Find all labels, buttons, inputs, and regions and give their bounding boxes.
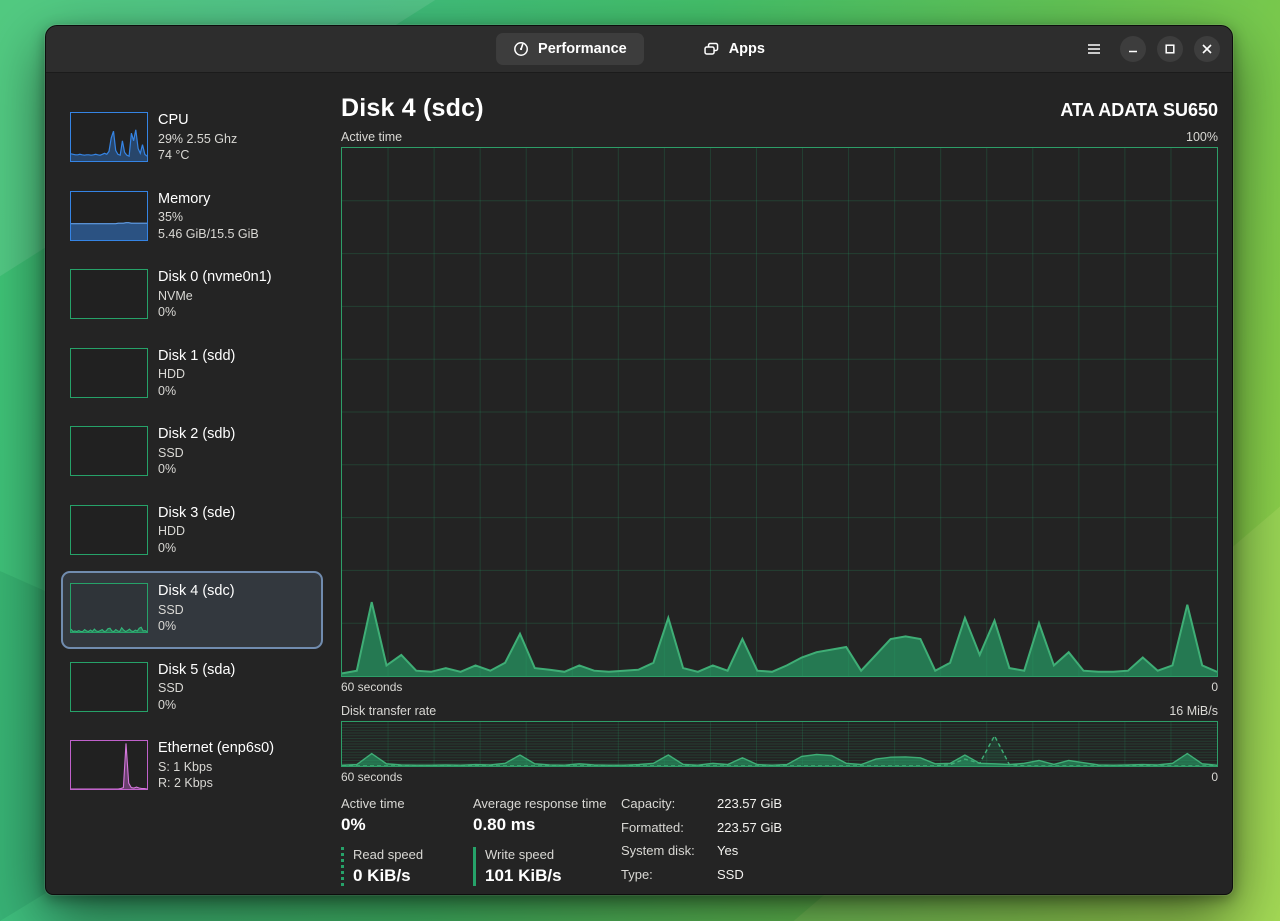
sidebar-item-disk3[interactable]: Disk 3 (sde) HDD 0% <box>61 493 323 571</box>
mini-chart <box>70 112 148 162</box>
x-axis-right-label: 0 <box>1211 770 1218 784</box>
response-time-value: 0.80 ms <box>473 815 621 835</box>
active-time-stat-label: Active time <box>341 796 473 811</box>
active-time-chart <box>341 147 1218 677</box>
active-time-max-label: 100% <box>1186 130 1218 144</box>
read-speed-block: Read speed 0 KiB/s <box>341 847 473 886</box>
transfer-rate-chart <box>341 721 1218 767</box>
mini-chart <box>70 191 148 241</box>
sidebar-item-title: Disk 3 (sde) <box>158 506 235 521</box>
sidebar-item-line3: 5.46 GiB/15.5 GiB <box>158 228 259 241</box>
sidebar-item-title: Disk 2 (sdb) <box>158 427 235 442</box>
sidebar-item-line3: 0% <box>158 542 235 555</box>
transfer-chart-label: Disk transfer rate <box>341 704 436 718</box>
sidebar-item-cpu[interactable]: CPU 29% 2.55 Ghz 74 °C <box>61 100 323 178</box>
main-panel: Disk 4 (sdc) ATA ADATA SU650 Active time… <box>341 73 1233 895</box>
sidebar-item-line2: SSD <box>158 604 235 617</box>
mission-center-window: Performance Apps <box>45 25 1233 895</box>
sidebar-item-title: Ethernet (enp6s0) <box>158 741 274 756</box>
mini-chart <box>70 583 148 633</box>
sidebar-item-disk2[interactable]: Disk 2 (sdb) SSD 0% <box>61 414 323 492</box>
close-button[interactable] <box>1194 36 1220 62</box>
read-speed-value: 0 KiB/s <box>353 866 473 886</box>
disk-details: Capacity: 223.57 GiB Formatted: 223.57 G… <box>621 796 782 886</box>
maximize-button[interactable] <box>1157 36 1183 62</box>
window-controls <box>1079 34 1220 64</box>
write-speed-block: Write speed 101 KiB/s <box>473 847 621 886</box>
sidebar-item-line2: HDD <box>158 525 235 538</box>
sidebar-item-disk0[interactable]: Disk 0 (nvme0n1) NVMe 0% <box>61 257 323 335</box>
active-time-chart-label: Active time <box>341 130 402 144</box>
minimize-icon <box>1128 44 1138 54</box>
hamburger-icon <box>1087 43 1101 55</box>
sidebar-item-title: Disk 0 (nvme0n1) <box>158 270 272 285</box>
tab-apps-label: Apps <box>729 41 765 57</box>
detail-value: SSD <box>717 867 782 887</box>
sidebar-item-line3: 0% <box>158 620 235 633</box>
x-axis-left-label: 60 seconds <box>341 680 402 694</box>
mini-chart <box>70 740 148 790</box>
sidebar-item-disk5[interactable]: Disk 5 (sda) SSD 0% <box>61 650 323 728</box>
sidebar: CPU 29% 2.55 Ghz 74 °C Memory 35% 5.46 G… <box>46 73 341 895</box>
detail-key: System disk: <box>621 843 705 863</box>
sidebar-item-title: Memory <box>158 192 259 207</box>
sidebar-item-disk4[interactable]: Disk 4 (sdc) SSD 0% <box>61 571 323 649</box>
stats-row: Active time 0% Read speed 0 KiB/s Averag… <box>341 796 1218 886</box>
transfer-max-label: 16 MiB/s <box>1169 704 1218 718</box>
page-title: Disk 4 (sdc) <box>341 94 484 123</box>
sidebar-item-memory[interactable]: Memory 35% 5.46 GiB/15.5 GiB <box>61 179 323 257</box>
write-speed-value: 101 KiB/s <box>485 866 621 886</box>
read-speed-label: Read speed <box>353 847 473 862</box>
sidebar-item-line2: HDD <box>158 368 235 381</box>
window-content: CPU 29% 2.55 Ghz 74 °C Memory 35% 5.46 G… <box>46 73 1232 895</box>
close-icon <box>1202 44 1212 54</box>
sidebar-item-line3: 0% <box>158 385 235 398</box>
sidebar-item-line3: 0% <box>158 306 272 319</box>
sidebar-item-line3: 0% <box>158 463 235 476</box>
detail-value: Yes <box>717 843 782 863</box>
sidebar-item-line3: 0% <box>158 699 235 712</box>
minimize-button[interactable] <box>1120 36 1146 62</box>
detail-value: 223.57 GiB <box>717 796 782 816</box>
mini-chart <box>70 426 148 476</box>
sidebar-item-line2: 35% <box>158 211 259 224</box>
sidebar-item-line2: SSD <box>158 447 235 460</box>
view-switcher: Performance Apps <box>496 33 782 65</box>
tab-apps[interactable]: Apps <box>686 33 782 65</box>
titlebar: Performance Apps <box>46 26 1232 73</box>
detail-value: 223.57 GiB <box>717 820 782 840</box>
response-time-label: Average response time <box>473 796 621 811</box>
tab-performance[interactable]: Performance <box>496 33 644 65</box>
gauge-icon <box>513 41 529 57</box>
sidebar-item-disk1[interactable]: Disk 1 (sdd) HDD 0% <box>61 336 323 414</box>
sidebar-item-line2: 29% 2.55 Ghz <box>158 133 237 146</box>
x-axis-right-label: 0 <box>1211 680 1218 694</box>
sidebar-item-title: Disk 4 (sdc) <box>158 584 235 599</box>
x-axis-left-label: 60 seconds <box>341 770 402 784</box>
apps-icon <box>703 41 720 57</box>
maximize-icon <box>1165 44 1175 54</box>
tab-performance-label: Performance <box>538 41 627 57</box>
sidebar-item-title: Disk 1 (sdd) <box>158 349 235 364</box>
write-speed-label: Write speed <box>485 847 621 862</box>
sidebar-item-line2: S: 1 Kbps <box>158 761 274 774</box>
sidebar-item-line2: SSD <box>158 682 235 695</box>
mini-chart <box>70 662 148 712</box>
active-time-stat-value: 0% <box>341 815 473 835</box>
sidebar-item-line3: 74 °C <box>158 149 237 162</box>
mini-chart <box>70 348 148 398</box>
sidebar-item-ethernet[interactable]: Ethernet (enp6s0) S: 1 Kbps R: 2 Kbps <box>61 728 323 806</box>
mini-chart <box>70 505 148 555</box>
sidebar-item-line3: R: 2 Kbps <box>158 777 274 790</box>
menu-button[interactable] <box>1079 34 1109 64</box>
sidebar-item-title: CPU <box>158 113 237 128</box>
device-model: ATA ADATA SU650 <box>1060 100 1218 121</box>
detail-key: Capacity: <box>621 796 705 816</box>
sidebar-item-title: Disk 5 (sda) <box>158 663 235 678</box>
detail-key: Formatted: <box>621 820 705 840</box>
detail-key: Type: <box>621 867 705 887</box>
sidebar-item-line2: NVMe <box>158 290 272 303</box>
main-header: Disk 4 (sdc) ATA ADATA SU650 <box>341 94 1218 123</box>
mini-chart <box>70 269 148 319</box>
